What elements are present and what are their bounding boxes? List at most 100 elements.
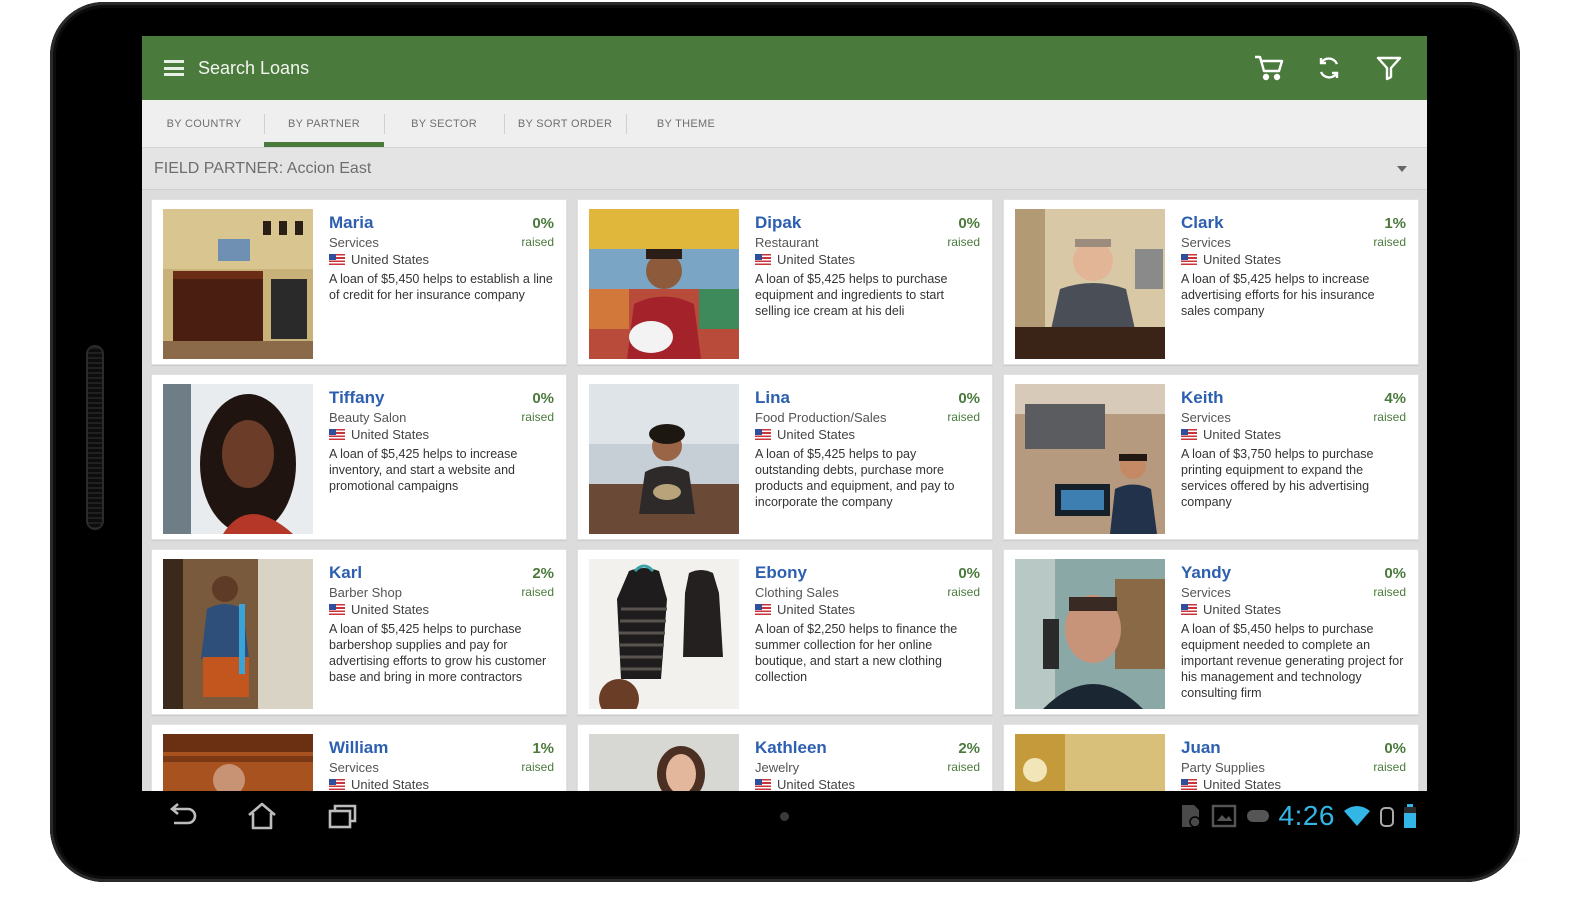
country-label: United States	[777, 252, 856, 267]
tab-by-country[interactable]: BY COUNTRY	[144, 100, 264, 147]
loan-card[interactable]: Clark 1% Services raised United States A l…	[1003, 199, 1419, 365]
loan-card[interactable]: Keith 4% Services raised United States A l…	[1003, 374, 1419, 540]
sector-label: Restaurant	[755, 235, 819, 250]
us-flag-icon	[1181, 254, 1197, 265]
wifi-icon	[1344, 806, 1370, 826]
app-screen: Search Loans BY COUNTRY BY PARTNER BY SE…	[142, 36, 1427, 791]
filter-icon[interactable]	[1373, 52, 1405, 84]
loan-description: A loan of $5,425 helps to increase inven…	[329, 447, 518, 493]
loan-description: A loan of $5,425 helps to pay outstandin…	[755, 447, 955, 509]
battery-icon	[1404, 804, 1416, 828]
loan-card[interactable]: William 1% Services raised United States	[151, 724, 567, 791]
percent-raised: 0%	[532, 390, 554, 407]
raised-label: raised	[1373, 410, 1406, 424]
raised-label: raised	[521, 760, 554, 774]
app-bar: Search Loans	[142, 36, 1427, 100]
loan-description: A loan of $5,425 helps to increase adver…	[1181, 272, 1375, 318]
sector-label: Beauty Salon	[329, 410, 407, 425]
raised-label: raised	[947, 235, 980, 249]
loan-card[interactable]: Tiffany 0% Beauty Salon raised United Stat…	[151, 374, 567, 540]
raised-label: raised	[521, 235, 554, 249]
us-flag-icon	[755, 604, 771, 615]
borrower-name[interactable]: Keith	[1181, 388, 1224, 408]
raised-label: raised	[947, 585, 980, 599]
borrower-name[interactable]: Ebony	[755, 563, 807, 583]
raised-label: raised	[521, 585, 554, 599]
raised-label: raised	[521, 410, 554, 424]
country-label: United States	[351, 427, 430, 442]
page-title: Search Loans	[198, 57, 310, 78]
loan-grid: Maria 0% Services raised United States A l…	[151, 199, 1419, 791]
sector-label: Services	[1181, 235, 1231, 250]
country-label: United States	[1203, 427, 1282, 442]
loan-card[interactable]: Juan 0% Party Supplies raised United State…	[1003, 724, 1419, 791]
field-partner-dropdown[interactable]: FIELD PARTNER: Accion East	[142, 148, 1427, 190]
borrower-name[interactable]: William	[329, 738, 388, 758]
percent-raised: 1%	[532, 740, 554, 757]
loan-description: A loan of $3,750 helps to purchase print…	[1181, 447, 1374, 509]
borrower-name[interactable]: Lina	[755, 388, 790, 408]
sector-label: Services	[1181, 410, 1231, 425]
raised-label: raised	[1373, 235, 1406, 249]
us-flag-icon	[329, 429, 345, 440]
speaker-grille	[86, 345, 104, 530]
home-icon[interactable]	[242, 799, 282, 833]
percent-raised: 0%	[1384, 565, 1406, 582]
borrower-name[interactable]: Clark	[1181, 213, 1224, 233]
borrower-name[interactable]: Dipak	[755, 213, 801, 233]
field-partner-label: FIELD PARTNER: Accion East	[154, 159, 372, 177]
refresh-icon[interactable]	[1313, 52, 1345, 84]
tab-by-theme[interactable]: BY THEME	[626, 100, 746, 147]
borrower-photo	[163, 734, 313, 791]
loan-description: A loan of $5,425 helps to purchase barbe…	[329, 622, 547, 684]
borrower-photo	[589, 559, 739, 709]
loan-card[interactable]: Yandy 0% Services raised United States A l…	[1003, 549, 1419, 715]
country-label: United States	[351, 252, 430, 267]
borrower-name[interactable]: Maria	[329, 213, 373, 233]
country-label: United States	[351, 777, 430, 791]
us-flag-icon	[1181, 604, 1197, 615]
sector-label: Party Supplies	[1181, 760, 1265, 775]
loan-card[interactable]: Lina 0% Food Production/Sales raised Unite…	[577, 374, 993, 540]
sector-label: Services	[329, 235, 379, 250]
us-flag-icon	[1181, 429, 1197, 440]
sector-label: Food Production/Sales	[755, 410, 887, 425]
loan-description: A loan of $2,250 helps to finance the su…	[755, 622, 958, 684]
recent-apps-icon[interactable]	[322, 799, 362, 833]
percent-raised: 1%	[1384, 215, 1406, 232]
status-area: 4:26	[1177, 799, 1418, 833]
raised-label: raised	[947, 760, 980, 774]
us-flag-icon	[755, 779, 771, 790]
borrower-name[interactable]: Juan	[1181, 738, 1221, 758]
percent-raised: 0%	[958, 390, 980, 407]
app-bar-actions	[1253, 52, 1405, 84]
tab-by-partner[interactable]: BY PARTNER	[264, 100, 384, 147]
country-label: United States	[351, 602, 430, 617]
percent-raised: 0%	[532, 215, 554, 232]
borrower-name[interactable]: Yandy	[1181, 563, 1231, 583]
loan-card[interactable]: Maria 0% Services raised United States A l…	[151, 199, 567, 365]
menu-icon[interactable]	[164, 60, 184, 76]
sector-label: Services	[329, 760, 379, 775]
sector-label: Services	[1181, 585, 1231, 600]
tab-by-sector[interactable]: BY SECTOR	[384, 100, 504, 147]
back-icon[interactable]	[162, 799, 202, 833]
tab-by-sort-order[interactable]: BY SORT ORDER	[504, 100, 626, 147]
borrower-name[interactable]: Kathleen	[755, 738, 827, 758]
country-label: United States	[1203, 602, 1282, 617]
loan-card[interactable]: Karl 2% Barber Shop raised United States A…	[151, 549, 567, 715]
loan-card[interactable]: Ebony 0% Clothing Sales raised United Stat…	[577, 549, 993, 715]
system-nav-bar: 4:26	[142, 791, 1427, 841]
borrower-name[interactable]: Tiffany	[329, 388, 384, 408]
cart-icon[interactable]	[1253, 52, 1285, 84]
loan-card[interactable]: Dipak 0% Restaurant raised United States A…	[577, 199, 993, 365]
borrower-photo	[589, 734, 739, 791]
country-label: United States	[777, 777, 856, 791]
sector-label: Clothing Sales	[755, 585, 839, 600]
borrower-photo	[163, 384, 313, 534]
borrower-name[interactable]: Karl	[329, 563, 362, 583]
loan-card[interactable]: Kathleen 2% Jewelry raised United States	[577, 724, 993, 791]
filter-tabs: BY COUNTRY BY PARTNER BY SECTOR BY SORT …	[142, 100, 1427, 148]
borrower-photo	[1015, 559, 1165, 709]
borrower-photo	[589, 209, 739, 359]
